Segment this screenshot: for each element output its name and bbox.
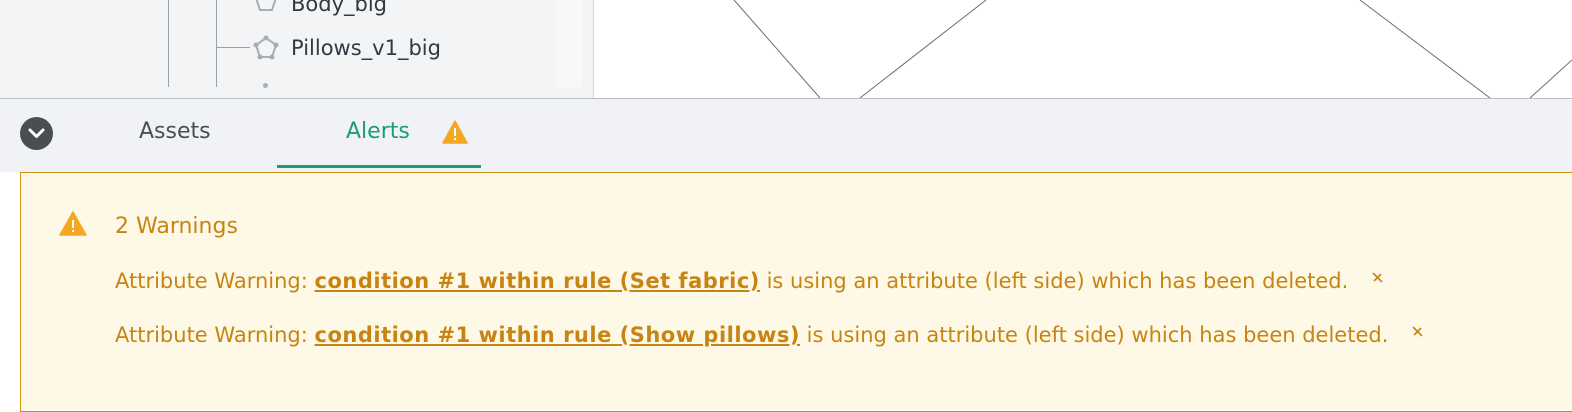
tree-node-dot <box>263 83 268 88</box>
active-tab-indicator <box>277 165 481 168</box>
viewport-canvas[interactable] <box>594 0 1572 98</box>
rule-condition-link[interactable]: condition #1 within rule (Show pillows) <box>315 323 800 347</box>
mesh-node-icon <box>253 35 279 60</box>
mesh-node-icon <box>255 0 277 11</box>
dismiss-icon[interactable] <box>1369 270 1385 286</box>
warning-icon <box>442 120 468 144</box>
tab-alerts[interactable]: Alerts <box>346 99 481 169</box>
tree-item-label[interactable]: Body_big <box>291 0 387 16</box>
warning-row: Attribute Warning: condition #1 within r… <box>115 268 1385 294</box>
dismiss-icon[interactable] <box>1409 324 1425 340</box>
rule-condition-link[interactable]: condition #1 within rule (Set fabric) <box>315 269 760 293</box>
tree-item-label[interactable]: Pillows_v1_big <box>291 36 441 60</box>
collapse-panel-button[interactable] <box>20 117 53 150</box>
warning-icon <box>59 211 87 236</box>
alerts-title: 2 Warnings <box>115 214 238 239</box>
warning-prefix: Attribute Warning: <box>115 323 308 347</box>
wireframe-lines <box>733 0 1572 98</box>
warning-message: is using an attribute (left side) which … <box>766 269 1349 293</box>
bottom-panel-tabs: Assets Alerts <box>0 99 1572 172</box>
tree-connector <box>216 47 250 48</box>
tree-scrollbar[interactable] <box>556 0 582 87</box>
warning-message: is using an attribute (left side) which … <box>806 323 1389 347</box>
chevron-down-icon <box>28 128 45 138</box>
tab-assets-label: Assets <box>139 119 211 144</box>
tree-guide-line <box>216 0 217 87</box>
tree-guide-line <box>168 0 169 87</box>
warning-prefix: Attribute Warning: <box>115 269 308 293</box>
tab-assets[interactable]: Assets <box>139 99 259 169</box>
alerts-panel: 2 Warnings Attribute Warning: condition … <box>20 172 1572 412</box>
scene-tree-panel: Body_big Pillows_v1_big <box>0 0 594 98</box>
warning-row: Attribute Warning: condition #1 within r… <box>115 322 1425 348</box>
tab-alerts-label: Alerts <box>346 119 410 144</box>
